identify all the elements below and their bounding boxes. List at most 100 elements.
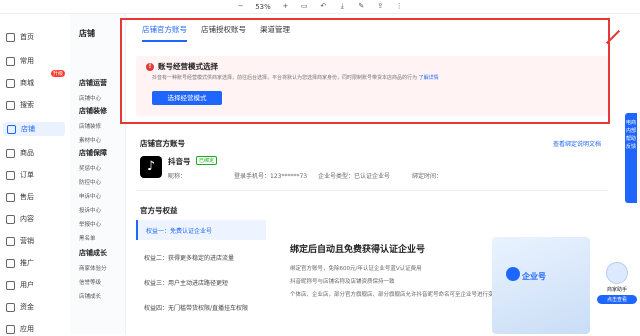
user-icon (6, 280, 15, 290)
sidebar-item[interactable]: 搜索 (6, 98, 34, 112)
card-description: 抖音有一种账号经营模式供商家选择，前往后台选择，平台将默认为您选择商家身份，同时… (152, 74, 439, 81)
sidebar-item-label: 商品 (20, 149, 34, 157)
fit-icon[interactable]: ▭ (300, 2, 309, 11)
content-icon (6, 214, 15, 224)
right-item[interactable]: 权益四：无门槛带货权限/直播挂车权限 (136, 297, 266, 317)
sidebar-item[interactable]: 营销 (6, 234, 34, 248)
viewer-toolbar: − 53% + ▭ ↶ ⤓ ✎ ⇪ ⋮ (0, 0, 640, 14)
sidebar-item[interactable]: 内容 (6, 212, 34, 226)
sidebar-item-label: 应用 (20, 325, 34, 333)
phone-label: 登录手机号：123******73 (234, 173, 308, 180)
upgrade-badge: 升级 (51, 70, 66, 77)
subnav-item[interactable]: 信誉等级 (79, 278, 101, 286)
sidebar-item-label: 营销 (20, 237, 34, 245)
right-item[interactable]: 权益三：用户主动进店路径更短 (136, 272, 266, 292)
sidebar-item-label: 订单 (20, 171, 34, 179)
star-icon (6, 56, 15, 66)
sidebar-item[interactable]: 店铺 (3, 122, 65, 136)
sidebar-item-label: 用户 (20, 281, 34, 289)
enterprise-promo-image: 企业号 (492, 237, 590, 334)
right-item[interactable]: 权益二：获得更多稳定的进店流量 (136, 247, 266, 267)
benefit-title: 绑定后自动且免费获得认证企业号 (290, 245, 426, 255)
subnav-item[interactable]: 黑名单 (79, 234, 96, 242)
account-type-label: 企业号类型：已认证企业号 (318, 173, 391, 180)
sidebar-item-label: 内容 (20, 215, 34, 223)
order-icon (6, 170, 15, 180)
warning-icon: ! (146, 62, 154, 71)
card-desc-text: 抖音有一种账号经营模式供商家选择，前往后台选择，平台将默认为您选择商家身份，同时… (152, 75, 418, 81)
feedback-side-tab[interactable]: 电商内部帮助反馈 (625, 113, 637, 203)
sidebar-item-label: 首页 (20, 33, 34, 41)
learn-more-link[interactable]: 了解详情 (419, 75, 439, 81)
bound-badge: 已绑定 (196, 156, 218, 165)
helper-label: 商家助手 (606, 287, 627, 293)
sidebar-item-label: 资金 (20, 303, 34, 311)
mode-selection-card: ! 账号经营模式选择 抖音有一种账号经营模式供商家选择，前往后台选择，平台将默认… (136, 56, 608, 116)
shop-icon (6, 78, 15, 88)
sidebar-item-label: 售后 (20, 193, 34, 201)
subnav-group[interactable]: 店铺成长 (79, 248, 107, 258)
subnav-item[interactable]: 店铺成长 (79, 292, 101, 300)
sidebar-item-label: 商城 (20, 79, 34, 87)
sidebar-item[interactable]: 资金 (6, 300, 34, 314)
subnav-item[interactable]: 举报中心 (79, 220, 101, 228)
bind-time-label: 绑定时间： (412, 173, 443, 180)
sidebar-item-label: 常用 (20, 57, 34, 65)
rights-heading: 官方号权益 (140, 206, 178, 215)
service-icon (6, 192, 15, 202)
sidebar-item-label: 店铺 (21, 125, 35, 133)
more-icon[interactable]: ⋮ (395, 2, 404, 11)
subnav-item[interactable]: 投诉中心 (79, 206, 101, 214)
subnav-group[interactable]: 店铺保障 (79, 148, 107, 158)
subnav-item[interactable]: 防控中心 (79, 178, 101, 186)
home-icon (6, 32, 15, 42)
sidebar-item[interactable]: 常用 (6, 54, 34, 68)
sidebar-item[interactable]: 用户 (6, 278, 34, 292)
sidebar-item[interactable]: 订单 (6, 168, 34, 182)
subnav-item[interactable]: 店铺中心 (79, 94, 101, 102)
subnav-item[interactable]: 店铺装修 (79, 122, 101, 130)
enterprise-logo-icon (506, 267, 520, 281)
sidebar-item[interactable]: 售后 (6, 190, 34, 204)
sidebar-item[interactable]: 商城 (6, 76, 34, 90)
binding-docs-link[interactable]: 查看绑定说明文档 (553, 139, 601, 148)
undo-icon[interactable]: ↶ (319, 2, 328, 11)
marketing-icon (6, 236, 15, 246)
search-icon (6, 100, 15, 110)
divider (136, 190, 608, 191)
edit-icon[interactable]: ✎ (357, 2, 366, 11)
zoom-level: 53% (255, 2, 271, 11)
main-sidebar: 首页常用商城搜索店铺商品订单售后内容营销推广用户资金应用 (0, 14, 70, 334)
subnav-title: 店铺 (79, 29, 95, 38)
subnav-item[interactable]: 申诉中心 (79, 192, 101, 200)
promote-icon (6, 258, 15, 268)
zoom-out-icon[interactable]: − (236, 2, 245, 11)
store-icon (7, 124, 16, 134)
sidebar-item[interactable]: 推广 (6, 256, 34, 270)
download-icon[interactable]: ⤓ (338, 2, 347, 11)
subnav-group[interactable]: 店铺运营 (79, 78, 107, 88)
douyin-logo-icon: ♪ (140, 156, 162, 178)
sidebar-item-label: 推广 (20, 259, 34, 267)
subnav-group[interactable]: 店铺装修 (79, 106, 107, 116)
benefit-bullet: 抖音昵称号与店铺名称及店铺资质保持一致 (290, 279, 395, 285)
select-mode-button[interactable]: 选择经营模式 (152, 91, 222, 105)
funds-icon (6, 302, 15, 312)
helper-avatar-icon (606, 262, 628, 284)
zoom-in-icon[interactable]: + (281, 2, 290, 11)
merchant-helper[interactable]: 商家助手 点击查看 (597, 262, 637, 316)
card-title: ! 账号经营模式选择 (146, 61, 218, 72)
goods-icon (6, 148, 15, 158)
helper-view-button[interactable]: 点击查看 (597, 295, 637, 304)
right-item[interactable]: 权益一：免费认证企业号 (136, 220, 266, 240)
subnav-item[interactable]: 商家体验分 (79, 264, 107, 272)
official-account-heading: 店铺官方账号 (140, 139, 185, 148)
sidebar-item[interactable]: 商品 (6, 146, 34, 160)
sidebar-item[interactable]: 首页 (6, 30, 34, 44)
subnav-item[interactable]: 奖惩中心 (79, 164, 101, 172)
share-icon[interactable]: ⇪ (376, 2, 385, 11)
apps-icon (6, 324, 15, 334)
card-title-text: 账号经营模式选择 (158, 62, 218, 71)
account-name: 抖音号 (168, 157, 191, 166)
subnav-item[interactable]: 素材中心 (79, 136, 101, 144)
